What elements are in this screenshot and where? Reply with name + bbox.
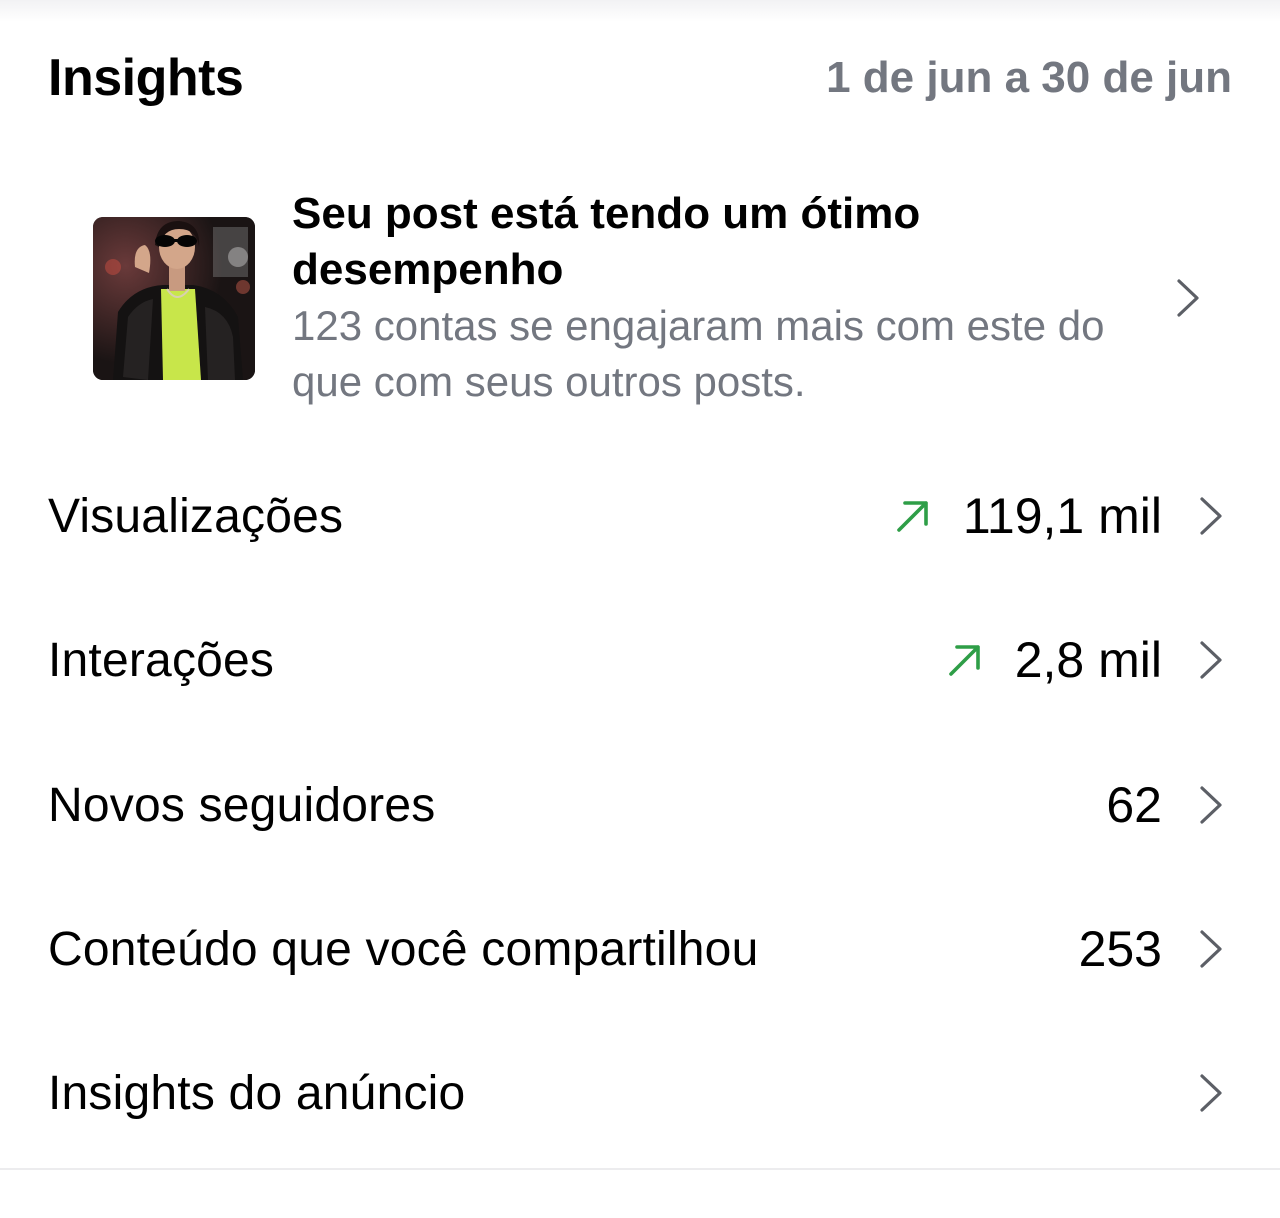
section-divider bbox=[0, 1168, 1280, 1170]
chevron-right-icon bbox=[1200, 641, 1222, 679]
chevron-right-icon bbox=[1200, 930, 1222, 968]
chevron-right-icon bbox=[1200, 1074, 1222, 1112]
date-range[interactable]: 1 de jun a 30 de jun bbox=[826, 53, 1232, 103]
metric-right: 2,8 mil bbox=[945, 631, 1226, 689]
metric-row-novos-seguidores[interactable]: Novos seguidores 62 bbox=[48, 755, 1226, 855]
top-fade bbox=[0, 0, 1280, 22]
metric-label: Insights do anúncio bbox=[48, 1066, 466, 1120]
trend-up-icon bbox=[948, 645, 980, 676]
metric-label: Visualizações bbox=[48, 489, 344, 543]
metric-right bbox=[1196, 1071, 1226, 1115]
page-title: Insights bbox=[48, 49, 244, 107]
chevron-right-icon bbox=[1200, 497, 1222, 535]
metric-row-insights-do-anuncio[interactable]: Insights do anúncio bbox=[48, 1043, 1226, 1143]
metric-row-visualizacoes[interactable]: Visualizações 119,1 mil bbox=[48, 466, 1226, 566]
metric-value: 62 bbox=[1106, 777, 1162, 833]
post-thumbnail-image bbox=[93, 216, 255, 380]
metric-label: Novos seguidores bbox=[48, 778, 436, 832]
post-performance-banner[interactable]: Seu post está tendo um ótimo desempenho … bbox=[93, 188, 1233, 408]
insights-header: Insights 1 de jun a 30 de jun bbox=[48, 48, 1232, 108]
chevron-right-icon bbox=[1177, 279, 1199, 317]
metric-label: Interações bbox=[48, 633, 275, 687]
trend-up-icon bbox=[897, 501, 928, 532]
insights-screen: Insights 1 de jun a 30 de jun Seu post e… bbox=[0, 0, 1280, 1218]
metric-right: 253 bbox=[1079, 920, 1226, 978]
banner-subtitle: 123 contas se engajaram mais com este do… bbox=[292, 302, 1105, 405]
banner-text: Seu post está tendo um ótimo desempenho … bbox=[292, 186, 1112, 410]
banner-title: Seu post está tendo um ótimo desempenho bbox=[292, 189, 921, 294]
metric-value: 119,1 mil bbox=[962, 488, 1162, 544]
metric-value: 253 bbox=[1078, 921, 1162, 977]
metric-row-conteudo-compartilhado[interactable]: Conteúdo que você compartilhou 253 bbox=[48, 899, 1226, 999]
metric-right: 62 bbox=[1106, 776, 1226, 834]
metric-right: 119,1 mil bbox=[893, 487, 1226, 545]
metric-label: Conteúdo que você compartilhou bbox=[48, 922, 759, 976]
chevron-right-icon bbox=[1200, 786, 1222, 824]
metric-row-interacoes[interactable]: Interações 2,8 mil bbox=[48, 610, 1226, 710]
post-thumbnail bbox=[93, 216, 255, 380]
metric-value: 2,8 mil bbox=[1014, 632, 1162, 688]
